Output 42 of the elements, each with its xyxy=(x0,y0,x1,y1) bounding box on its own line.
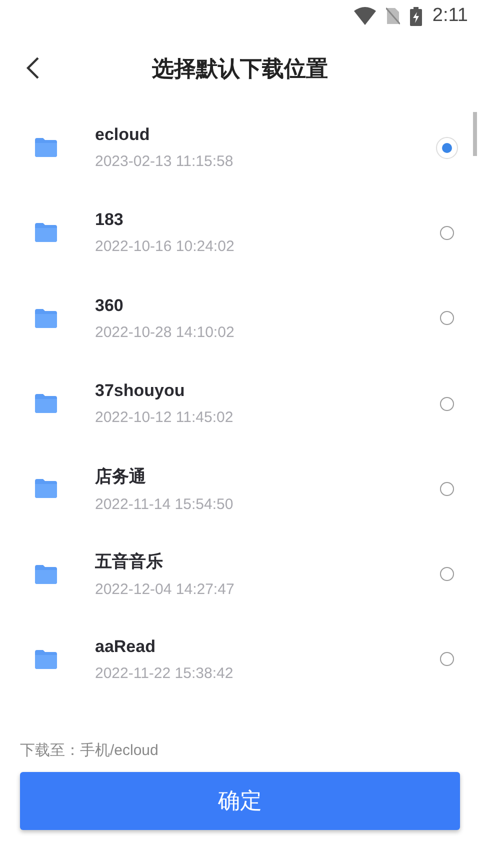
folder-icon xyxy=(35,650,57,669)
radio-button[interactable] xyxy=(440,652,454,666)
page-title: 选择默认下载位置 xyxy=(152,54,328,82)
folder-item[interactable]: 37shouyou 2022-10-12 11:45:02 xyxy=(0,360,480,446)
radio-button[interactable] xyxy=(440,396,454,411)
folder-date: 2022-12-04 14:27:47 xyxy=(95,581,236,598)
folder-item[interactable]: 183 2022-10-16 10:24:02 xyxy=(0,190,480,276)
confirm-button[interactable]: 确定 xyxy=(20,772,460,830)
folder-date: 2022-10-12 11:45:02 xyxy=(95,409,234,426)
no-sim-icon xyxy=(386,7,400,25)
radio-button[interactable] xyxy=(440,482,454,496)
battery-icon xyxy=(410,6,422,26)
folder-icon xyxy=(35,308,57,328)
folder-name: 店务通 xyxy=(95,466,147,488)
folder-icon xyxy=(35,394,57,414)
folder-name: 183 xyxy=(95,210,124,230)
radio-button[interactable] xyxy=(440,567,454,582)
wifi-icon xyxy=(354,7,376,25)
folder-date: 2022-11-22 15:38:42 xyxy=(95,664,234,682)
folder-item[interactable]: 店务通 2022-11-14 15:54:50 xyxy=(0,446,480,532)
folder-icon xyxy=(35,479,57,498)
folder-date: 2023-02-13 11:15:58 xyxy=(95,153,234,170)
folder-icon xyxy=(35,223,57,242)
folder-item[interactable]: 五音音乐 2022-12-04 14:27:47 xyxy=(0,531,480,617)
radio-button[interactable] xyxy=(440,311,454,326)
folder-date: 2022-10-28 14:10:02 xyxy=(95,324,236,341)
download-path: 下载至：手机/ecloud xyxy=(20,741,160,760)
folder-name: ecloud xyxy=(95,125,151,146)
folder-icon xyxy=(35,138,57,158)
folder-item[interactable]: aaRead 2022-11-22 15:38:42 xyxy=(0,616,480,702)
folder-name: aaRead xyxy=(95,636,156,657)
folder-date: 2022-10-16 10:24:02 xyxy=(95,238,236,256)
folder-icon xyxy=(35,564,57,584)
folder-date: 2022-11-14 15:54:50 xyxy=(95,496,234,513)
radio-button[interactable] xyxy=(440,226,454,240)
back-icon[interactable] xyxy=(26,56,40,80)
folder-item[interactable]: 360 2022-10-28 14:10:02 xyxy=(0,276,480,361)
folder-name: 五音音乐 xyxy=(95,551,164,574)
folder-name: 37shouyou xyxy=(95,381,186,402)
folder-name: 360 xyxy=(95,296,124,316)
status-time: 2:11 xyxy=(432,5,468,27)
folder-item[interactable]: ecloud 2023-02-13 11:15:58 xyxy=(0,105,480,190)
